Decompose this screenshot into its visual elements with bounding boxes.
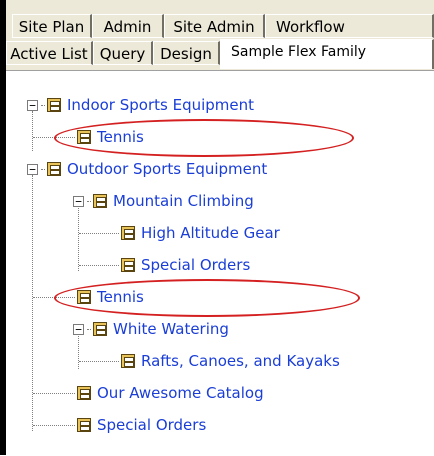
tree-node-outdoor-tennis[interactable]: Tennis [33, 285, 144, 309]
tree-node-label[interactable]: Mountain Climbing [113, 192, 254, 210]
collapse-minus-icon[interactable]: − [73, 323, 84, 335]
tab-sample-flex-family[interactable]: Sample Flex Family [220, 39, 434, 69]
catalog-node-icon [93, 194, 107, 208]
tab-design[interactable]: Design [153, 41, 220, 65]
tree-node-high-altitude[interactable]: High Altitude Gear [79, 221, 280, 245]
tab-strip: Site Plan Admin Site Admin Workflow Acti… [6, 0, 434, 70]
tree-node-label[interactable]: Special Orders [97, 416, 206, 434]
tree-node-label[interactable]: White Watering [113, 320, 229, 338]
tab-site-admin[interactable]: Site Admin [164, 14, 265, 38]
catalog-node-icon [77, 290, 91, 304]
catalog-node-icon [47, 98, 61, 112]
tree-node-label[interactable]: Outdoor Sports Equipment [67, 160, 267, 178]
tab-active-list[interactable]: Active List [6, 41, 93, 65]
tab-site-plan[interactable]: Site Plan [12, 14, 92, 38]
tab-row-top: Site Plan Admin Site Admin Workflow [6, 14, 434, 40]
collapse-minus-icon[interactable]: − [27, 163, 38, 175]
tree-node-label[interactable]: Tennis [97, 288, 144, 306]
tree-node-indoor-tennis[interactable]: Tennis [33, 125, 144, 149]
screenshot-frame: Site Plan Admin Site Admin Workflow Acti… [0, 0, 434, 456]
tree-node-awesome-catalog[interactable]: Our Awesome Catalog [33, 381, 264, 405]
tree-node-indoor[interactable]: − Indoor Sports Equipment [27, 93, 254, 117]
tree-node-outdoor[interactable]: − Outdoor Sports Equipment [27, 157, 267, 181]
tree-node-special-orders-mc[interactable]: Special Orders [79, 253, 250, 277]
catalog-node-icon [121, 226, 135, 240]
tree-node-special-orders[interactable]: Special Orders [33, 413, 206, 437]
catalog-node-icon [77, 130, 91, 144]
tab-row-bottom: Active List Query Design Sample Flex Fam… [6, 39, 434, 69]
tree-node-label[interactable]: Indoor Sports Equipment [67, 96, 254, 114]
tab-workflow[interactable]: Workflow [265, 14, 434, 38]
catalog-node-icon [121, 354, 135, 368]
tree-node-label[interactable]: Tennis [97, 128, 144, 146]
tree-node-label[interactable]: Rafts, Canoes, and Kayaks [141, 352, 340, 370]
tree-node-label[interactable]: High Altitude Gear [141, 224, 280, 242]
catalog-node-icon [47, 162, 61, 176]
tree-node-mountain-climbing[interactable]: − Mountain Climbing [73, 189, 254, 213]
tree-panel: − Indoor Sports Equipment Tennis − Outdo… [6, 70, 434, 456]
tree-node-label[interactable]: Our Awesome Catalog [97, 384, 264, 402]
tree-node-label[interactable]: Special Orders [141, 256, 250, 274]
catalog-node-icon [93, 322, 107, 336]
catalog-node-icon [77, 418, 91, 432]
tree-node-white-watering[interactable]: − White Watering [73, 317, 229, 341]
catalog-node-icon [77, 386, 91, 400]
collapse-minus-icon[interactable]: − [73, 195, 84, 207]
catalog-node-icon [121, 258, 135, 272]
tab-query[interactable]: Query [93, 41, 153, 65]
collapse-minus-icon[interactable]: − [27, 99, 38, 111]
tab-admin[interactable]: Admin [92, 14, 164, 38]
tree-node-rafts[interactable]: Rafts, Canoes, and Kayaks [79, 349, 340, 373]
